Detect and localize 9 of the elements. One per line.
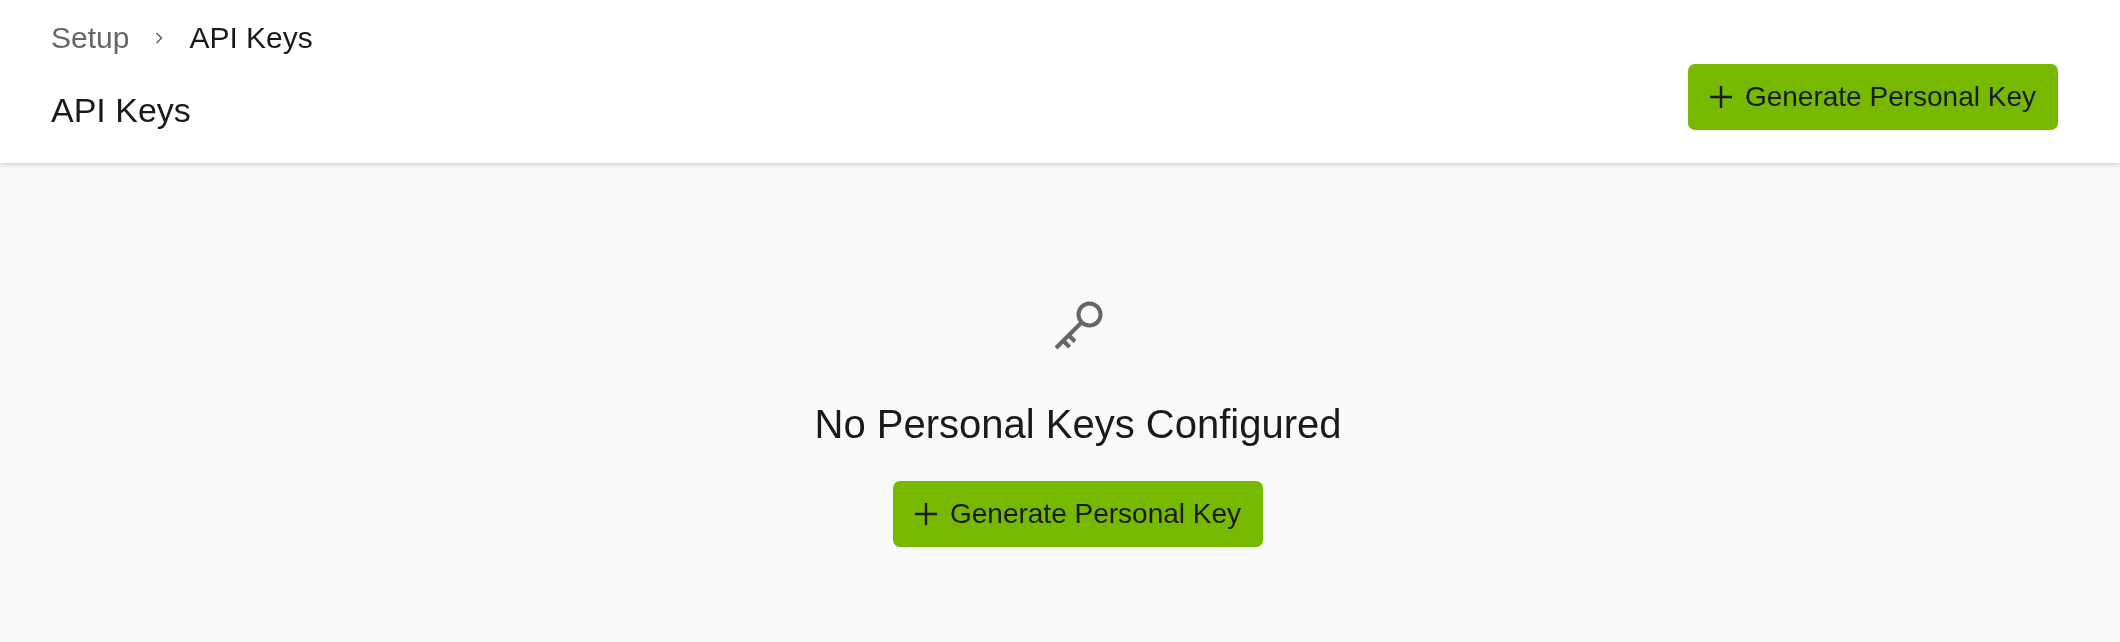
- breadcrumb-current[interactable]: API Keys: [189, 20, 313, 56]
- plus-icon: [914, 503, 937, 525]
- breadcrumb-link[interactable]: Setup: [51, 20, 130, 56]
- chevron-right-icon: [155, 32, 164, 44]
- empty-state-message: No Personal Keys Configured: [814, 401, 1342, 448]
- page-title: API Keys: [51, 90, 192, 130]
- generate-key-button[interactable]: Generate Personal Key: [1687, 64, 2058, 130]
- generate-key-button[interactable]: Generate Personal Key: [892, 481, 1264, 547]
- plus-icon: [1709, 86, 1732, 108]
